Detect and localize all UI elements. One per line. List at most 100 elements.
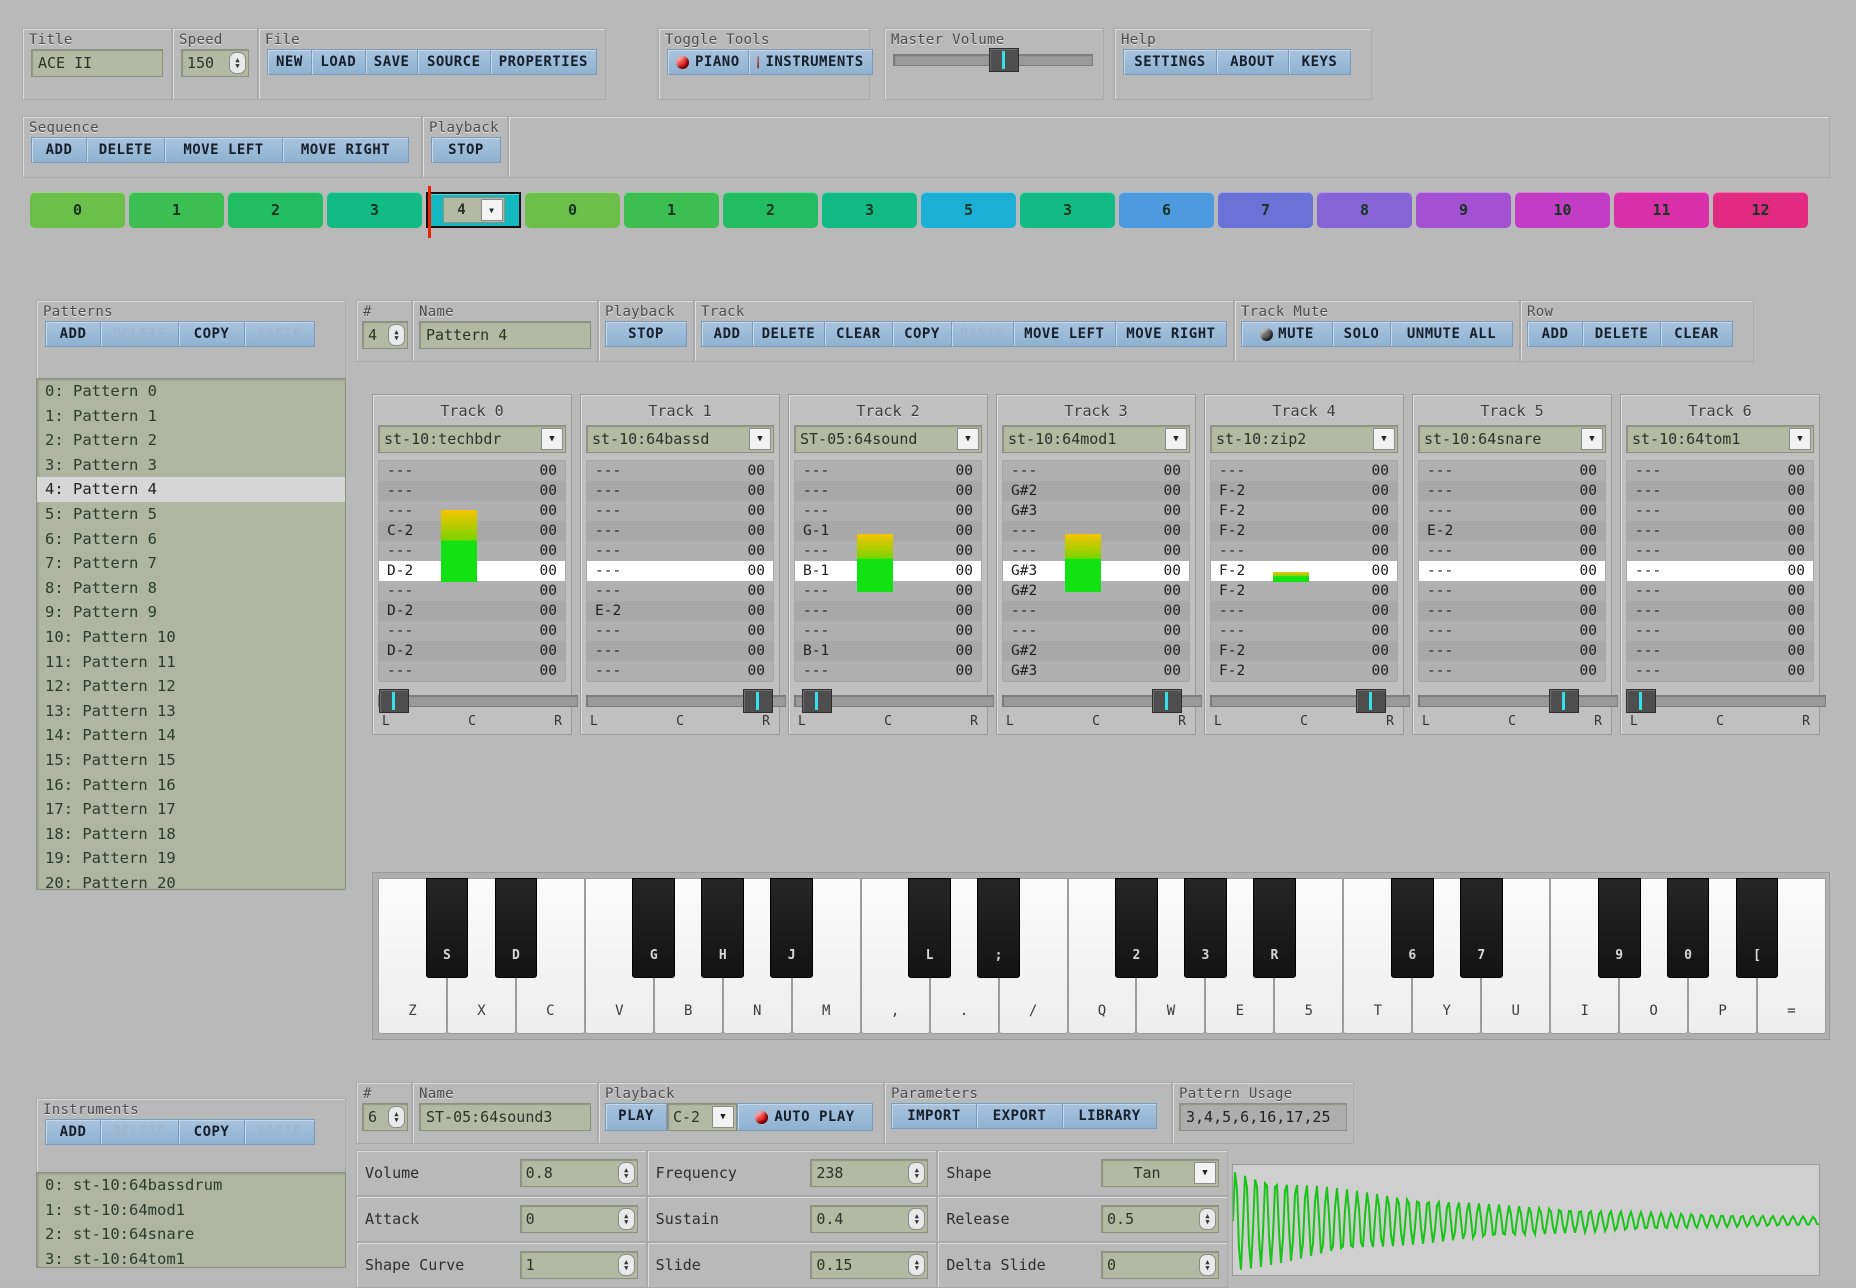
sequence-cell[interactable]: 4 ▼	[426, 186, 521, 238]
help-settings-button[interactable]: SETTINGS	[1123, 49, 1217, 75]
track-row[interactable]: G#3 00	[1003, 501, 1189, 521]
mute-solo-button[interactable]: SOLO	[1333, 321, 1391, 347]
track-pan-knob[interactable]	[1355, 689, 1386, 713]
piano-black-key[interactable]: 9	[1597, 878, 1641, 978]
track-row[interactable]: --- 00	[379, 461, 565, 481]
track-move-right-button[interactable]: MOVE RIGHT	[1115, 321, 1227, 347]
chevron-down-icon[interactable]: ▼	[1789, 428, 1811, 450]
speed-stepper[interactable]: 150 ▲ ▼	[181, 49, 249, 77]
sequence-move-left-button[interactable]: MOVE LEFT	[165, 137, 283, 163]
track-add-button[interactable]: ADD	[701, 321, 754, 347]
track-row[interactable]: G#2 00	[1003, 481, 1189, 501]
toggle-piano-button[interactable]: PIANO	[667, 49, 749, 75]
track-row[interactable]: --- 00	[1627, 461, 1813, 481]
pattern-list-item[interactable]: 2: Pattern 2	[37, 428, 345, 453]
parameter-stepper[interactable]: 0.15 ▲ ▼	[810, 1251, 929, 1279]
track-pan-slider[interactable]	[794, 689, 994, 713]
row-clear-button[interactable]: CLEAR	[1661, 321, 1733, 347]
file-source-button[interactable]: SOURCE	[417, 49, 491, 75]
sequence-add-button[interactable]: ADD	[31, 137, 87, 163]
track-row[interactable]: --- 00	[1211, 621, 1397, 641]
track-row[interactable]: --- 00	[1419, 621, 1605, 641]
help-about-button[interactable]: ABOUT	[1217, 49, 1289, 75]
track-pan-slider[interactable]	[1418, 689, 1618, 713]
parameter-combo[interactable]: Tan ▼	[1101, 1159, 1220, 1187]
track-row[interactable]: --- 00	[1003, 621, 1189, 641]
track-pan-slider[interactable]	[378, 689, 578, 713]
sequence-cell[interactable]: 3	[327, 192, 422, 228]
track-pan-slider[interactable]	[1626, 689, 1826, 713]
track-pan-knob[interactable]	[1151, 689, 1182, 713]
instruments-copy-button[interactable]: COPY	[179, 1119, 245, 1145]
param-export-button[interactable]: EXPORT	[977, 1103, 1063, 1129]
instrument-list-item[interactable]: 0: st-10:64bassdrum	[37, 1173, 345, 1198]
instrument-name-input[interactable]: ST-05:64sound3	[419, 1103, 591, 1131]
track-row[interactable]: --- 00	[795, 621, 981, 641]
patterns-copy-button[interactable]: COPY	[179, 321, 245, 347]
track-row[interactable]: --- 00	[1627, 621, 1813, 641]
pattern-list-item[interactable]: 11: Pattern 11	[37, 650, 345, 675]
track-row[interactable]: F-2 00	[1211, 481, 1397, 501]
pattern-list-item[interactable]: 8: Pattern 8	[37, 576, 345, 601]
sequence-cell[interactable]: 5	[921, 192, 1016, 228]
pattern-list-item[interactable]: 0: Pattern 0	[37, 379, 345, 404]
track-row[interactable]: --- 00	[587, 481, 773, 501]
track-row[interactable]: --- 00	[379, 481, 565, 501]
sequence-cell[interactable]: 12	[1713, 192, 1808, 228]
instruments-paste-button[interactable]: PASTE	[245, 1119, 315, 1145]
piano-black-key[interactable]: J	[770, 878, 814, 978]
parameter-spinner-icon[interactable]: ▲ ▼	[617, 1208, 635, 1230]
sequence-cell[interactable]: 2	[228, 192, 323, 228]
param-import-button[interactable]: IMPORT	[891, 1103, 977, 1129]
track-row[interactable]: F-2 00	[1211, 661, 1397, 681]
track-row[interactable]: --- 00	[1627, 541, 1813, 561]
piano-black-key[interactable]: [	[1735, 878, 1779, 978]
track-instrument-combo[interactable]: ST-05:64sound ▼	[794, 425, 982, 453]
track-row[interactable]: --- 00	[1627, 661, 1813, 681]
chevron-down-icon[interactable]: ▼	[1373, 428, 1395, 450]
track-row[interactable]: --- 00	[1419, 641, 1605, 661]
pattern-list-item[interactable]: 17: Pattern 17	[37, 797, 345, 822]
pattern-list-item[interactable]: 15: Pattern 15	[37, 748, 345, 773]
track-row[interactable]: --- 00	[379, 581, 565, 601]
pattern-number-spinner-icon[interactable]: ▲ ▼	[388, 324, 405, 346]
parameter-spinner-icon[interactable]: ▲ ▼	[1199, 1254, 1217, 1276]
sequence-cell[interactable]: 0	[525, 192, 620, 228]
track-row[interactable]: --- 00	[1003, 461, 1189, 481]
piano-black-key[interactable]: R	[1253, 878, 1296, 978]
track-instrument-combo[interactable]: st-10:64snare ▼	[1418, 425, 1606, 453]
piano-black-key[interactable]: S	[425, 878, 469, 978]
sequence-cell[interactable]: 2	[723, 192, 818, 228]
track-row[interactable]: --- 00	[1419, 561, 1605, 581]
track-row[interactable]: --- 00	[1419, 481, 1605, 501]
pattern-list-item[interactable]: 16: Pattern 16	[37, 773, 345, 798]
sequence-cell[interactable]: 0	[30, 192, 125, 228]
track-pan-slider[interactable]	[1210, 689, 1410, 713]
sequence-cell[interactable]: 1	[129, 192, 224, 228]
track-copy-button[interactable]: COPY	[892, 321, 953, 347]
track-instrument-combo[interactable]: st-10:zip2 ▼	[1210, 425, 1398, 453]
param-library-button[interactable]: LIBRARY	[1063, 1103, 1157, 1129]
instrument-list-item[interactable]: 3: st-10:64tom1	[37, 1247, 345, 1267]
track-row[interactable]: --- 00	[1627, 481, 1813, 501]
parameter-stepper[interactable]: 0 ▲ ▼	[519, 1205, 638, 1233]
instrument-play-button[interactable]: PLAY	[605, 1103, 667, 1131]
instrument-list-item[interactable]: 1: st-10:64mod1	[37, 1198, 345, 1223]
track-row[interactable]: F-2 00	[1211, 581, 1397, 601]
pattern-list-item[interactable]: 1: Pattern 1	[37, 404, 345, 429]
track-row[interactable]: --- 00	[1627, 641, 1813, 661]
pattern-list-item[interactable]: 13: Pattern 13	[37, 699, 345, 724]
sequence-move-right-button[interactable]: MOVE RIGHT	[283, 137, 409, 163]
track-pan-knob[interactable]	[1549, 689, 1580, 713]
track-row[interactable]: --- 00	[587, 641, 773, 661]
chevron-down-icon[interactable]: ▼	[541, 428, 563, 450]
pattern-list-item[interactable]: 4: Pattern 4	[37, 477, 345, 502]
instruments-add-button[interactable]: ADD	[45, 1119, 101, 1145]
patterns-add-button[interactable]: ADD	[45, 321, 101, 347]
toggle-instruments-button[interactable]: INSTRUMENTS	[748, 49, 873, 75]
sequence-cell[interactable]: 6	[1119, 192, 1214, 228]
piano-black-key[interactable]: 7	[1459, 878, 1503, 978]
track-row[interactable]: F-2 00	[1211, 501, 1397, 521]
pattern-list-item[interactable]: 7: Pattern 7	[37, 551, 345, 576]
pattern-list-item[interactable]: 12: Pattern 12	[37, 674, 345, 699]
